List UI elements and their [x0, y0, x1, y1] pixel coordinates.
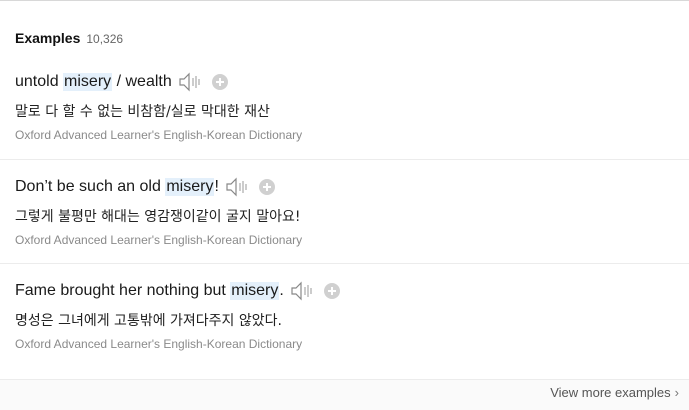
example-source: Oxford Advanced Learner's English-Korean… — [15, 128, 303, 142]
view-more-label: View more examples — [550, 385, 671, 400]
sentence-text-post: . — [279, 282, 284, 299]
example-translation: 그렇게 불평만 해대는 영감쟁이같이 굴지 말아요! — [15, 209, 301, 225]
sentence-text-pre: Don’t be such an old — [15, 178, 166, 195]
add-circle-icon[interactable] — [211, 74, 228, 90]
example-sentence: Fame brought her nothing but misery . — [15, 281, 340, 301]
sentence-text-pre: Fame brought her nothing but — [15, 282, 231, 299]
examples-title: Examples — [15, 30, 81, 46]
example-item: untold misery / wealth 말로 다 할 수 없는 비참함/실… — [0, 55, 689, 159]
example-translation: 말로 다 할 수 없는 비참함/실로 막대한 재산 — [15, 104, 270, 120]
add-circle-icon[interactable] — [323, 283, 340, 299]
examples-panel: Examples 10,326 untold misery / wealth 말… — [0, 0, 689, 410]
example-translation: 명성은 그녀에게 고통밖에 가져다주지 않았다. — [15, 313, 282, 329]
example-sentence: untold misery / wealth — [15, 72, 228, 92]
examples-count: 10,326 — [86, 32, 124, 46]
sentence-text-post: ! — [214, 178, 219, 195]
highlighted-word: misery — [230, 282, 280, 300]
speaker-icon[interactable] — [290, 281, 316, 301]
sentence-text-post: / wealth — [112, 73, 172, 90]
speaker-icon[interactable] — [178, 72, 204, 92]
speaker-icon[interactable] — [225, 177, 251, 197]
sentence-text-pre: untold — [15, 73, 64, 90]
example-source: Oxford Advanced Learner's English-Korean… — [15, 337, 303, 351]
highlighted-word: misery — [165, 178, 215, 196]
example-item: Fame brought her nothing but misery . 명성… — [0, 263, 689, 367]
example-sentence: Don’t be such an old misery ! — [15, 177, 275, 197]
example-item: Don’t be such an old misery ! 그렇게 불평만 해대… — [0, 159, 689, 263]
examples-header: Examples 10,326 — [15, 30, 123, 46]
highlighted-word: misery — [63, 73, 113, 91]
add-circle-icon[interactable] — [258, 179, 275, 195]
example-source: Oxford Advanced Learner's English-Korean… — [15, 233, 303, 247]
view-more-examples-link[interactable]: View more examples › — [550, 385, 679, 400]
chevron-right-icon: › — [674, 385, 679, 400]
